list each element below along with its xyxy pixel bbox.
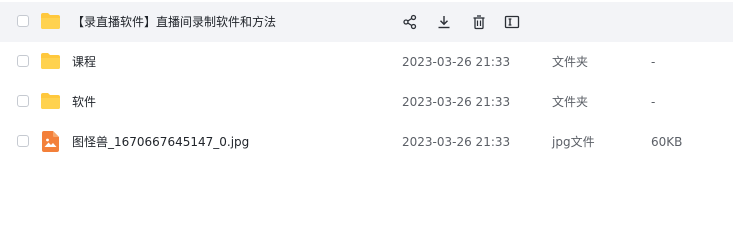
- download-button[interactable]: [432, 10, 456, 34]
- file-name[interactable]: 软件: [72, 94, 96, 110]
- folder-icon: [41, 13, 60, 29]
- folder-icon: [41, 53, 60, 69]
- row-checkbox[interactable]: [17, 55, 29, 67]
- file-row[interactable]: 图怪兽_1670667645147_0.jpg 2023-03-26 21:33…: [0, 122, 733, 162]
- file-size: -: [651, 95, 656, 109]
- share-icon: [403, 14, 417, 30]
- share-button[interactable]: [398, 10, 422, 34]
- row-checkbox[interactable]: [17, 15, 29, 27]
- file-name[interactable]: 图怪兽_1670667645147_0.jpg: [72, 134, 249, 150]
- rename-button[interactable]: [500, 10, 524, 34]
- file-row[interactable]: 软件 2023-03-26 21:33 文件夹 -: [0, 82, 733, 122]
- modified-date: 2023-03-26 21:33: [402, 135, 511, 149]
- row-checkbox[interactable]: [17, 135, 29, 147]
- trash-icon: [473, 15, 485, 30]
- rename-icon: [504, 15, 520, 29]
- selected-row[interactable]: 【录直播软件】直播间录制软件和方法: [0, 2, 733, 42]
- file-type: 文件夹: [552, 95, 589, 109]
- image-file-icon: [42, 131, 59, 152]
- file-name[interactable]: 课程: [72, 54, 96, 70]
- file-size: -: [651, 55, 656, 69]
- file-size: 60KB: [651, 135, 683, 149]
- file-type: jpg文件: [552, 135, 595, 149]
- file-row[interactable]: 课程 2023-03-26 21:33 文件夹 -: [0, 42, 733, 82]
- delete-button[interactable]: [467, 10, 491, 34]
- file-name[interactable]: 【录直播软件】直播间录制软件和方法: [72, 14, 276, 30]
- folder-icon: [41, 93, 60, 109]
- modified-date: 2023-03-26 21:33: [402, 55, 511, 69]
- file-type: 文件夹: [552, 55, 589, 69]
- download-icon: [438, 16, 450, 29]
- modified-date: 2023-03-26 21:33: [402, 95, 511, 109]
- row-checkbox[interactable]: [17, 95, 29, 107]
